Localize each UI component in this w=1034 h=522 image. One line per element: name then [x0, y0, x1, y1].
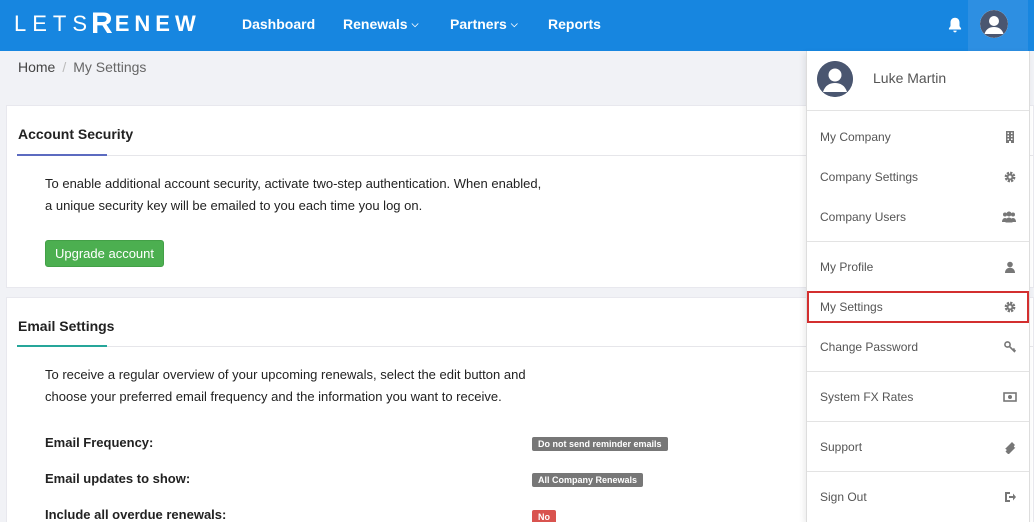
chevron-down-icon: ⌵ — [411, 19, 419, 29]
avatar — [980, 10, 1008, 38]
email-frequency-badge: Do not send reminder emails — [532, 437, 668, 451]
dropdown-user-header: Luke Martin — [807, 51, 1029, 111]
menu-item-label: System FX Rates — [820, 390, 914, 404]
gear-icon — [1004, 301, 1016, 313]
menu-item-my-company[interactable]: My Company — [807, 121, 1029, 153]
menu-item-support[interactable]: Support — [807, 431, 1029, 463]
bell-icon[interactable] — [946, 16, 964, 34]
menu-divider — [807, 241, 1029, 242]
menu-item-my-profile[interactable]: My Profile — [807, 251, 1029, 283]
money-icon — [1003, 392, 1017, 402]
user-avatar-icon — [980, 10, 1008, 38]
menu-item-my-settings[interactable]: My Settings — [807, 291, 1029, 323]
top-navbar: LETS R ENEW Dashboard Renewals ⌵ Partners ⌵ … — [0, 0, 1034, 51]
breadcrumb-separator: / — [62, 59, 67, 75]
nav-partners[interactable]: Partners ⌵ — [450, 16, 518, 32]
nav-dashboard-label: Dashboard — [242, 16, 316, 32]
overdue-renewals-badge: No — [532, 510, 556, 522]
gear-icon — [1004, 171, 1016, 183]
breadcrumb-home[interactable]: Home — [18, 59, 55, 75]
avatar — [817, 61, 853, 97]
user-avatar-button[interactable] — [968, 0, 1028, 51]
users-icon — [1002, 211, 1016, 223]
breadcrumb-current: My Settings — [73, 59, 147, 75]
menu-item-label: My Company — [820, 130, 891, 144]
key-icon — [1004, 341, 1017, 353]
title-accent-line — [17, 154, 107, 156]
menu-item-sign-out[interactable]: Sign Out — [807, 481, 1029, 513]
logo-text-lets: LETS — [14, 11, 94, 36]
user-avatar-icon — [817, 61, 853, 97]
logo-text-enew: ENEW — [114, 11, 201, 36]
email-settings-title: Email Settings — [18, 318, 115, 334]
menu-item-label: Company Users — [820, 210, 907, 224]
nav-renewals[interactable]: Renewals ⌵ — [343, 16, 418, 32]
sign-out-icon — [1005, 492, 1016, 502]
nav-renewals-label: Renewals — [343, 16, 408, 32]
menu-divider — [807, 371, 1029, 372]
nav-dashboard[interactable]: Dashboard — [242, 16, 315, 32]
menu-item-label: Support — [820, 440, 863, 454]
building-icon — [1006, 131, 1014, 143]
account-security-title: Account Security — [18, 126, 134, 142]
email-settings-description: To receive a regular overview of your up… — [45, 364, 526, 408]
ticket-icon — [1005, 442, 1016, 454]
nav-reports-label: Reports — [548, 16, 601, 32]
menu-item-label: Company Settings — [820, 170, 919, 184]
email-settings-text-line1: To receive a regular overview of your up… — [45, 367, 526, 382]
user-name: Luke Martin — [873, 70, 947, 86]
account-security-description: To enable additional account security, a… — [45, 173, 541, 217]
breadcrumb: Home / My Settings — [18, 59, 146, 75]
menu-item-system-fx-rates[interactable]: System FX Rates — [807, 381, 1029, 413]
menu-item-change-password[interactable]: Change Password — [807, 331, 1029, 363]
email-frequency-label: Email Frequency: — [45, 435, 154, 450]
chevron-down-icon: ⌵ — [510, 19, 518, 29]
nav-reports[interactable]: Reports — [548, 16, 601, 32]
email-updates-badge: All Company Renewals — [532, 473, 644, 487]
overdue-renewals-label: Include all overdue renewals: — [45, 507, 227, 522]
letsrenew-logo[interactable]: LETS R ENEW — [14, 7, 201, 40]
nav-partners-label: Partners — [450, 16, 507, 32]
email-updates-label: Email updates to show: — [45, 471, 191, 486]
user-icon — [1005, 261, 1015, 273]
menu-item-company-users[interactable]: Company Users — [807, 201, 1029, 233]
menu-item-label: Sign Out — [820, 490, 867, 504]
menu-item-label: Change Password — [820, 340, 919, 354]
menu-item-company-settings[interactable]: Company Settings — [807, 161, 1029, 193]
user-dropdown-menu: Luke Martin My Company Company Settings … — [806, 51, 1030, 522]
account-security-text-line1: To enable additional account security, a… — [45, 176, 542, 191]
upgrade-account-button[interactable]: Upgrade account — [45, 240, 164, 267]
menu-divider — [807, 421, 1029, 422]
title-accent-line — [17, 345, 107, 347]
account-security-text-line2: a unique security key will be emailed to… — [45, 198, 423, 213]
menu-divider — [807, 471, 1029, 472]
logo-text-r: R — [91, 7, 115, 40]
email-settings-text-line2: choose your preferred email frequency an… — [45, 389, 502, 404]
menu-item-label: My Settings — [820, 300, 883, 314]
menu-item-label: My Profile — [820, 260, 874, 274]
